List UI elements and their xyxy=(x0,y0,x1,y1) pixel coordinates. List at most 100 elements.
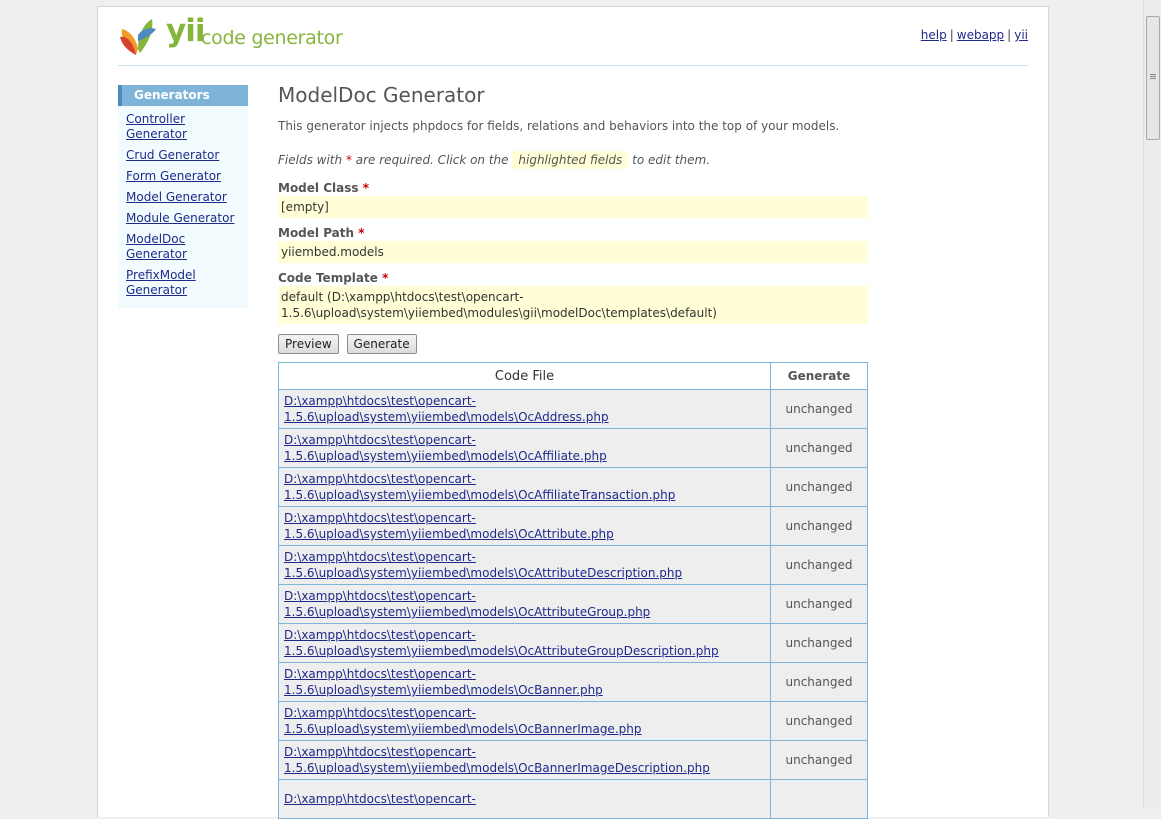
sidebar-item-model-generator[interactable]: Model Generator xyxy=(126,190,248,205)
table-row: D:\xampp\htdocs\test\opencart- 1.5.6\uplo… xyxy=(278,389,868,429)
generate-button[interactable]: Generate xyxy=(346,334,417,354)
field-label-text: Code Template xyxy=(278,271,378,285)
code-file-path-line2: 1.5.6\upload\system\yiiembed\models\OcAt… xyxy=(284,644,719,658)
hint-text: are required. Click on the xyxy=(355,153,509,167)
sidebar-item-crud-generator[interactable]: Crud Generator xyxy=(126,148,248,163)
code-file-cell: D:\xampp\htdocs\test\opencart- 1.5.6\uplo… xyxy=(278,428,771,468)
code-file-link[interactable]: D:\xampp\htdocs\test\opencart- xyxy=(284,792,476,806)
table-row: D:\xampp\htdocs\test\opencart- 1.5.6\uplo… xyxy=(278,506,868,546)
grip-line xyxy=(1150,78,1156,79)
model-class-field[interactable]: [empty] xyxy=(278,196,868,218)
generate-status: unchanged xyxy=(770,623,868,663)
generate-status: unchanged xyxy=(770,506,868,546)
code-file-path-line2: 1.5.6\upload\system\yiiembed\models\OcAd… xyxy=(284,410,609,424)
yii-logo-icon xyxy=(120,19,156,55)
page-description: This generator injects phpdocs for field… xyxy=(278,119,840,133)
code-file-link[interactable]: D:\xampp\htdocs\test\opencart- 1.5.6\uplo… xyxy=(284,745,710,775)
generate-status: unchanged xyxy=(770,545,868,585)
code-file-link[interactable]: D:\xampp\htdocs\test\opencart- 1.5.6\uplo… xyxy=(284,706,641,736)
code-file-link[interactable]: D:\xampp\htdocs\test\opencart- 1.5.6\uplo… xyxy=(284,472,675,502)
scrollbar-thumb[interactable] xyxy=(1146,16,1160,140)
required-star: * xyxy=(345,153,352,167)
code-file-cell: D:\xampp\htdocs\test\opencart- 1.5.6\uplo… xyxy=(278,506,771,546)
code-file-link[interactable]: D:\xampp\htdocs\test\opencart- 1.5.6\uplo… xyxy=(284,628,719,658)
generate-status: unchanged xyxy=(770,428,868,468)
generate-status: unchanged xyxy=(770,701,868,741)
code-file-path-line2: 1.5.6\upload\system\yiiembed\models\OcAf… xyxy=(284,449,607,463)
code-file-path-line2: 1.5.6\upload\system\yiiembed\models\OcBa… xyxy=(284,722,642,736)
required-star: * xyxy=(362,181,369,195)
vertical-scrollbar[interactable] xyxy=(1143,0,1161,808)
code-file-cell: D:\xampp\htdocs\test\opencart- 1.5.6\uplo… xyxy=(278,545,771,585)
hint-text: Fields with xyxy=(278,153,343,167)
code-file-path-line2: 1.5.6\upload\system\yiiembed\models\OcAt… xyxy=(284,566,683,580)
code-template-label: Code Template * xyxy=(278,271,868,285)
field-label-text: Model Path xyxy=(278,226,355,240)
code-file-path-line1: D:\xampp\htdocs\test\opencart- xyxy=(284,706,476,720)
preview-button[interactable]: Preview xyxy=(278,334,339,354)
code-file-link[interactable]: D:\xampp\htdocs\test\opencart- 1.5.6\uplo… xyxy=(284,667,603,697)
logo-yii-text: yii xyxy=(166,13,205,49)
sidebar-item-controller-generator[interactable]: Controller Generator xyxy=(126,112,248,142)
code-file-path-line1: D:\xampp\htdocs\test\opencart- xyxy=(284,792,476,806)
code-file-cell: D:\xampp\htdocs\test\opencart- 1.5.6\uplo… xyxy=(278,662,771,702)
code-file-link[interactable]: D:\xampp\htdocs\test\opencart- 1.5.6\uplo… xyxy=(284,589,650,619)
form-hint: Fields with * are required. Click on the… xyxy=(278,151,868,173)
logo-subtitle: code generator xyxy=(201,27,343,49)
code-file-path-line2: 1.5.6\upload\system\yiiembed\models\OcAf… xyxy=(284,488,676,502)
sidebar-title: Generators xyxy=(118,85,248,106)
code-file-path-line2: 1.5.6\upload\system\yiiembed\models\OcBa… xyxy=(284,761,710,775)
table-row: D:\xampp\htdocs\test\opencart- 1.5.6\uplo… xyxy=(278,584,868,624)
code-file-path-line2: 1.5.6\upload\system\yiiembed\models\OcBa… xyxy=(284,683,603,697)
page-title: ModelDoc Generator xyxy=(278,83,485,107)
main-content: ModelDoc Generator This generator inject… xyxy=(278,83,868,819)
webapp-link[interactable]: webapp xyxy=(957,28,1004,42)
code-file-cell: D:\xampp\htdocs\test\opencart- 1.5.6\uplo… xyxy=(278,584,771,624)
code-file-cell: D:\xampp\htdocs\test\opencart- xyxy=(278,779,771,819)
required-star: * xyxy=(358,226,365,240)
table-row: D:\xampp\htdocs\test\opencart- xyxy=(278,779,868,819)
generate-status: unchanged xyxy=(770,584,868,624)
code-file-link[interactable]: D:\xampp\htdocs\test\opencart- 1.5.6\uplo… xyxy=(284,433,607,463)
grip-line xyxy=(1150,74,1156,75)
help-link[interactable]: help xyxy=(921,28,947,42)
sidebar-item-form-generator[interactable]: Form Generator xyxy=(126,169,248,184)
table-row: D:\xampp\htdocs\test\opencart- 1.5.6\uplo… xyxy=(278,428,868,468)
column-header-code-file: Code File xyxy=(278,362,771,390)
code-file-cell: D:\xampp\htdocs\test\opencart- 1.5.6\uplo… xyxy=(278,467,771,507)
code-file-cell: D:\xampp\htdocs\test\opencart- 1.5.6\uplo… xyxy=(278,389,771,429)
generate-status: unchanged xyxy=(770,662,868,702)
code-file-path-line1: D:\xampp\htdocs\test\opencart- xyxy=(284,394,476,408)
generate-status xyxy=(770,779,868,819)
code-file-path-line1: D:\xampp\htdocs\test\opencart- xyxy=(284,511,476,525)
required-star: * xyxy=(382,271,389,285)
code-file-path-line1: D:\xampp\htdocs\test\opencart- xyxy=(284,589,476,603)
table-body: D:\xampp\htdocs\test\opencart- 1.5.6\uplo… xyxy=(278,389,868,819)
sidebar-list: Controller Generator Crud Generator Form… xyxy=(118,106,248,308)
code-file-link[interactable]: D:\xampp\htdocs\test\opencart- 1.5.6\uplo… xyxy=(284,511,614,541)
code-file-path-line1: D:\xampp\htdocs\test\opencart- xyxy=(284,433,476,447)
separator: | xyxy=(1007,28,1012,42)
code-file-path-line1: D:\xampp\htdocs\test\opencart- xyxy=(284,550,476,564)
code-file-link[interactable]: D:\xampp\htdocs\test\opencart- 1.5.6\uplo… xyxy=(284,550,682,580)
generate-status: unchanged xyxy=(770,389,868,429)
model-path-field[interactable]: yiiembed.models xyxy=(278,241,868,263)
table-row: D:\xampp\htdocs\test\opencart- 1.5.6\uplo… xyxy=(278,623,868,663)
sidebar-item-modeldoc-generator[interactable]: ModelDoc Generator xyxy=(126,232,248,262)
hint-text: to edit them. xyxy=(632,153,711,167)
yii-link[interactable]: yii xyxy=(1014,28,1028,42)
code-files-table: Code File Generate D:\xampp\htdocs\test\… xyxy=(278,362,868,819)
sidebar-item-module-generator[interactable]: Module Generator xyxy=(126,211,248,226)
code-file-cell: D:\xampp\htdocs\test\opencart- 1.5.6\uplo… xyxy=(278,740,771,780)
code-file-link[interactable]: D:\xampp\htdocs\test\opencart- 1.5.6\uplo… xyxy=(284,394,609,424)
code-file-path-line2: 1.5.6\upload\system\yiiembed\models\OcAt… xyxy=(284,527,614,541)
page-container: yii code generator help | webapp | yii Gener… xyxy=(97,6,1049,819)
header: yii code generator help | webapp | yii xyxy=(118,7,1028,66)
sidebar-item-prefixmodel-generator[interactable]: PrefixModel Generator xyxy=(126,268,206,298)
code-file-cell: D:\xampp\htdocs\test\opencart- 1.5.6\uplo… xyxy=(278,701,771,741)
code-template-field[interactable]: default (D:\xampp\htdocs\test\opencart-1… xyxy=(278,286,868,324)
column-header-generate: Generate xyxy=(770,362,868,390)
code-file-cell: D:\xampp\htdocs\test\opencart- 1.5.6\uplo… xyxy=(278,623,771,663)
hint-highlight: highlighted fields xyxy=(512,151,629,169)
table-row: D:\xampp\htdocs\test\opencart- 1.5.6\uplo… xyxy=(278,740,868,780)
